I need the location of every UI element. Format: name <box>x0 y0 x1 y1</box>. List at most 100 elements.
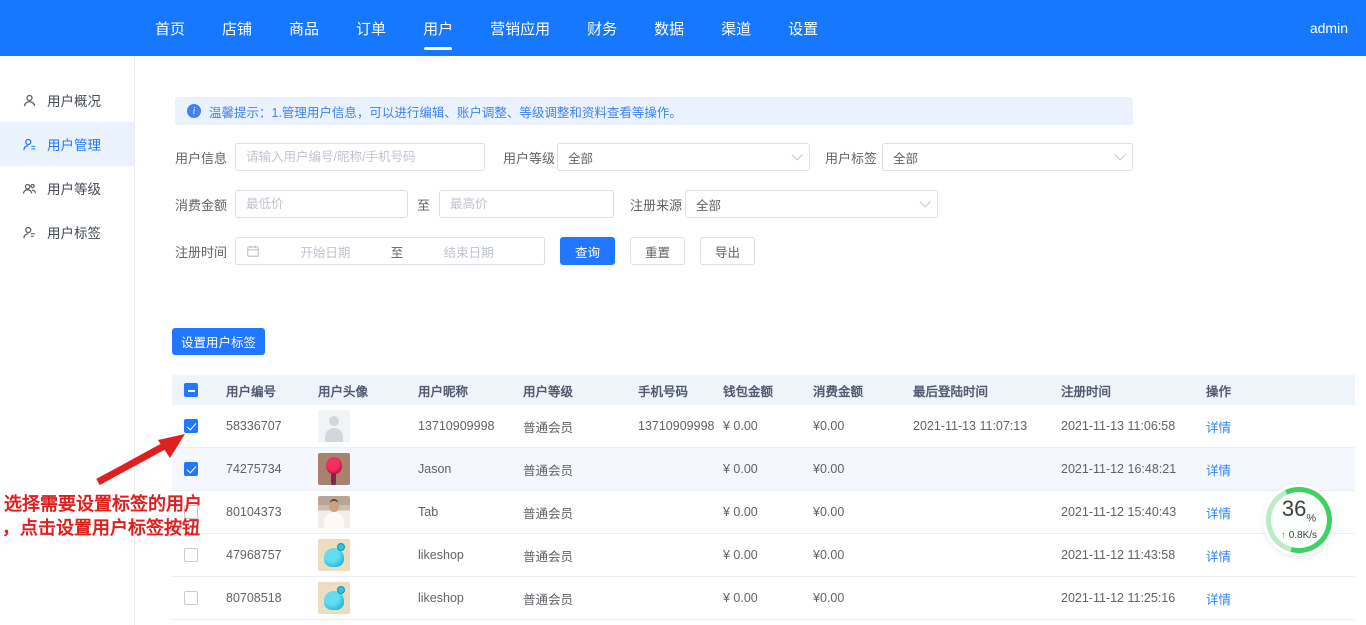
sidebar-item-user-level[interactable]: 用户等级 <box>0 166 134 210</box>
col-level: 用户等级 <box>523 381 638 400</box>
row-checkbox[interactable] <box>184 548 198 562</box>
col-action: 操作 <box>1206 381 1355 400</box>
admin-account[interactable]: admin <box>1310 20 1348 36</box>
user-level: 普通会员 <box>523 589 638 608</box>
detail-link[interactable]: 详情 <box>1206 507 1231 521</box>
nav-item-finance[interactable]: 财务 <box>587 0 617 56</box>
nav-item-orders[interactable]: 订单 <box>356 0 386 56</box>
up-arrow-icon: ↑ <box>1281 530 1286 541</box>
last-login-time: 2021-11-13 11:07:13 <box>913 419 1061 433</box>
user-id: 47968757 <box>226 548 318 562</box>
date-to-label: 至 <box>391 242 404 261</box>
nav-item-data[interactable]: 数据 <box>654 0 684 56</box>
wallet-amount: ¥ 0.00 <box>723 548 813 562</box>
select-all-checkbox[interactable] <box>184 383 198 397</box>
user-tag-value: 全部 <box>893 148 918 167</box>
detail-link[interactable]: 详情 <box>1206 421 1231 435</box>
user-level-value: 全部 <box>568 148 593 167</box>
col-phone: 手机号码 <box>638 381 723 400</box>
wallet-amount: ¥ 0.00 <box>723 419 813 433</box>
to-label: 至 <box>417 195 430 214</box>
nickname: likeshop <box>418 548 523 562</box>
speed-monitor-content: 36% ↑ 0.8K/s <box>1271 492 1327 548</box>
row-checkbox[interactable] <box>184 462 198 476</box>
avatar <box>318 453 350 485</box>
col-avatar: 用户头像 <box>318 381 418 400</box>
register-time: 2021-11-12 11:43:58 <box>1061 548 1206 562</box>
min-price-input[interactable] <box>235 190 408 218</box>
end-date-placeholder: 结束日期 <box>403 242 534 261</box>
filter-row-3: 注册时间 开始日期 至 结束日期 查询 重置 导出 <box>175 237 1366 265</box>
nav-menu: 首页 店铺 商品 订单 用户 营销应用 财务 数据 渠道 设置 <box>155 0 818 56</box>
calendar-icon <box>246 244 260 258</box>
sidebar-item-user-tag[interactable]: 用户标签 <box>0 210 134 254</box>
register-source-value: 全部 <box>696 195 721 214</box>
user-info-input[interactable] <box>235 143 485 171</box>
upload-speed: ↑ 0.8K/s <box>1281 530 1317 541</box>
nickname: Jason <box>418 462 523 476</box>
register-source-select[interactable]: 全部 <box>685 190 938 218</box>
table-row: 47968757 likeshop 普通会员 ¥ 0.00 ¥0.00 2021… <box>172 534 1355 577</box>
filter-row-2: 消费金额 至 注册来源 全部 <box>175 190 1366 218</box>
consume-amount: ¥0.00 <box>813 462 913 476</box>
max-price-input[interactable] <box>439 190 614 218</box>
avatar <box>318 496 350 528</box>
consume-amount: ¥0.00 <box>813 591 913 605</box>
export-button[interactable]: 导出 <box>700 237 755 265</box>
speed-monitor-badge[interactable]: 36% ↑ 0.8K/s <box>1266 487 1332 553</box>
detail-link[interactable]: 详情 <box>1206 464 1231 478</box>
user-id: 74275734 <box>226 462 318 476</box>
nav-item-goods[interactable]: 商品 <box>289 0 319 56</box>
sidebar-item-label: 用户标签 <box>47 222 101 242</box>
detail-link[interactable]: 详情 <box>1206 593 1231 607</box>
nickname: Tab <box>418 505 523 519</box>
sidebar-item-user-manage[interactable]: 用户管理 <box>0 122 134 166</box>
consume-amount: ¥0.00 <box>813 548 913 562</box>
table-row: 80104373 Tab 普通会员 ¥ 0.00 ¥0.00 2021-11-1… <box>172 491 1355 534</box>
nav-item-marketing[interactable]: 营销应用 <box>490 0 550 56</box>
sidebar-item-label: 用户管理 <box>47 134 101 154</box>
sidebar-item-label: 用户概况 <box>47 90 101 110</box>
user-level-icon <box>22 181 37 196</box>
register-time: 2021-11-12 11:25:16 <box>1061 591 1206 605</box>
avatar <box>318 582 350 614</box>
consume-amount: ¥0.00 <box>813 419 913 433</box>
tip-text: 温馨提示：1.管理用户信息，可以进行编辑、账户调整、等级调整和资料查看等操作。 <box>209 102 682 121</box>
nav-item-users[interactable]: 用户 <box>423 0 453 56</box>
nav-item-settings[interactable]: 设置 <box>788 0 818 56</box>
user-id: 80104373 <box>226 505 318 519</box>
user-id: 58336707 <box>226 419 318 433</box>
nav-item-home[interactable]: 首页 <box>155 0 185 56</box>
sidebar: 用户概况 用户管理 用户等级 用户标签 <box>0 56 135 625</box>
user-table: 用户编号 用户头像 用户昵称 用户等级 手机号码 钱包金额 消费金额 最后登陆时… <box>172 375 1355 620</box>
col-consume: 消费金额 <box>813 381 913 400</box>
set-user-tag-button[interactable]: 设置用户标签 <box>172 328 265 355</box>
detail-link[interactable]: 详情 <box>1206 550 1231 564</box>
user-tag-select[interactable]: 全部 <box>882 143 1133 171</box>
main-content: i 温馨提示：1.管理用户信息，可以进行编辑、账户调整、等级调整和资料查看等操作… <box>135 56 1366 625</box>
row-checkbox[interactable] <box>184 505 198 519</box>
sidebar-item-user-overview[interactable]: 用户概况 <box>0 78 134 122</box>
search-button[interactable]: 查询 <box>560 237 615 265</box>
consume-amount-label: 消费金额 <box>175 195 227 214</box>
register-time: 2021-11-13 11:06:58 <box>1061 419 1206 433</box>
nav-item-channel[interactable]: 渠道 <box>721 0 751 56</box>
chevron-down-icon <box>1114 149 1125 160</box>
nav-item-shop[interactable]: 店铺 <box>222 0 252 56</box>
col-last-login: 最后登陆时间 <box>913 381 1061 400</box>
col-user-id: 用户编号 <box>226 381 318 400</box>
row-checkbox[interactable] <box>184 419 198 433</box>
date-range-picker[interactable]: 开始日期 至 结束日期 <box>235 237 545 265</box>
col-reg-time: 注册时间 <box>1061 381 1206 400</box>
user-level-select[interactable]: 全部 <box>557 143 810 171</box>
user-manage-icon <box>22 137 37 152</box>
wallet-amount: ¥ 0.00 <box>723 591 813 605</box>
phone: 13710909998 <box>638 419 723 433</box>
start-date-placeholder: 开始日期 <box>260 242 391 261</box>
user-overview-icon <box>22 93 37 108</box>
row-checkbox[interactable] <box>184 591 198 605</box>
table-header: 用户编号 用户头像 用户昵称 用户等级 手机号码 钱包金额 消费金额 最后登陆时… <box>172 375 1355 405</box>
reset-button[interactable]: 重置 <box>630 237 685 265</box>
top-navbar: 首页 店铺 商品 订单 用户 营销应用 财务 数据 渠道 设置 admin <box>0 0 1366 56</box>
avatar <box>318 410 350 442</box>
